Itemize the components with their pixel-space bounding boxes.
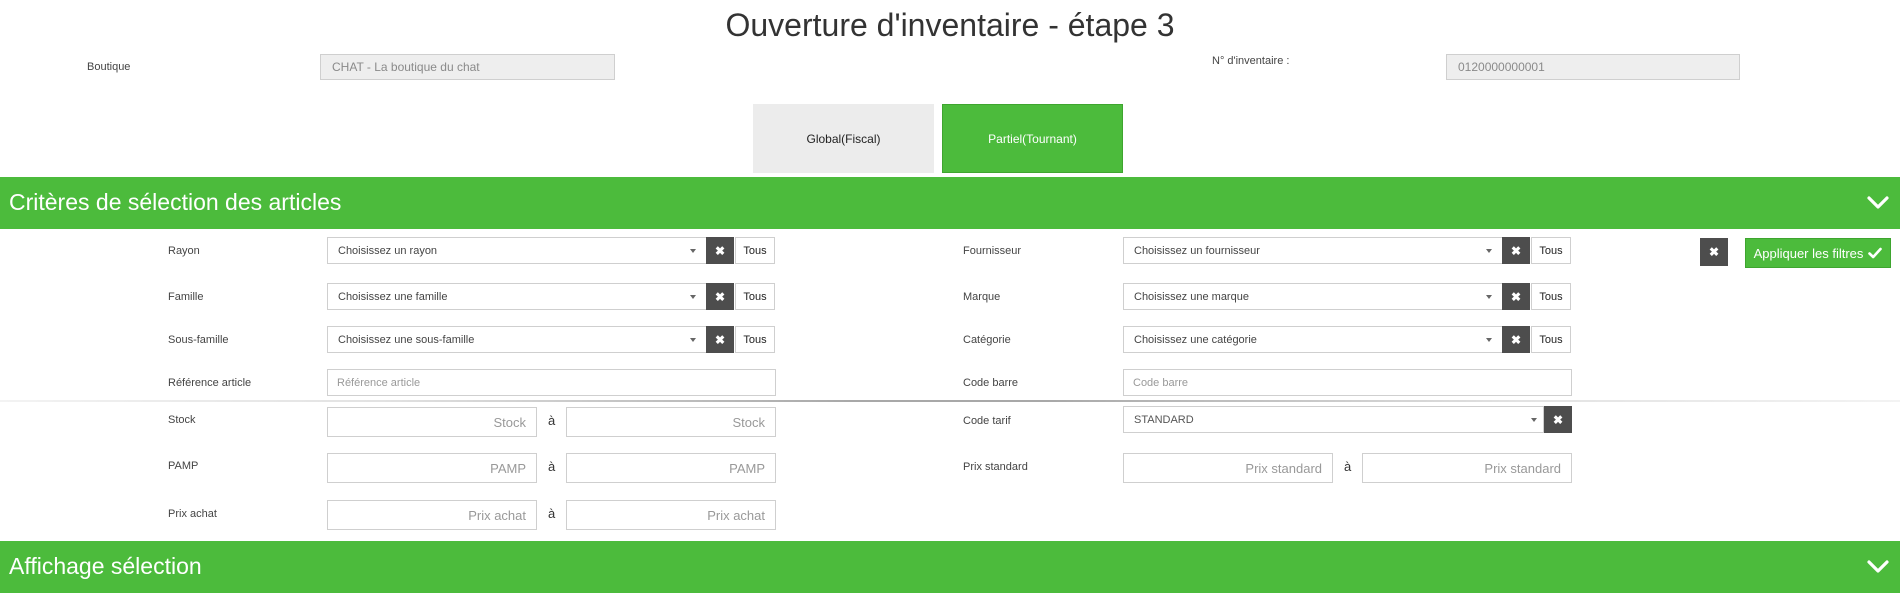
sous-famille-tous-button[interactable]: Tous bbox=[735, 326, 775, 353]
stock-max-input[interactable]: Stock bbox=[566, 407, 776, 437]
stock-label: Stock bbox=[168, 414, 196, 426]
close-icon: ✖ bbox=[1510, 243, 1522, 258]
sous-famille-select-value: Choisissez une sous-famille bbox=[338, 334, 475, 346]
prix-standard-min-input[interactable]: Prix standard bbox=[1123, 453, 1333, 483]
marque-select[interactable]: Choisissez une marque bbox=[1123, 283, 1503, 310]
categorie-clear-button[interactable]: ✖ bbox=[1502, 326, 1530, 353]
caret-down-icon bbox=[1486, 338, 1492, 342]
close-icon: ✖ bbox=[1510, 332, 1522, 347]
famille-clear-button[interactable]: ✖ bbox=[706, 283, 734, 310]
close-icon: ✖ bbox=[1552, 412, 1564, 427]
code-tarif-label: Code tarif bbox=[963, 415, 1011, 427]
code-tarif-select[interactable]: STANDARD bbox=[1123, 406, 1544, 433]
criteria-section-title: Critères de sélection des articles bbox=[9, 189, 342, 215]
close-icon: ✖ bbox=[1510, 289, 1522, 304]
apply-filters-label: Appliquer les filtres bbox=[1753, 245, 1864, 261]
stock-min-input[interactable]: Stock bbox=[327, 407, 537, 437]
section-divider bbox=[0, 400, 1900, 402]
code-tarif-select-value: STANDARD bbox=[1134, 414, 1194, 426]
rayon-clear-button[interactable]: ✖ bbox=[706, 237, 734, 264]
marque-select-value: Choisissez une marque bbox=[1134, 291, 1249, 303]
caret-down-icon bbox=[690, 295, 696, 299]
categorie-select-value: Choisissez une catégorie bbox=[1134, 334, 1257, 346]
categorie-select[interactable]: Choisissez une catégorie bbox=[1123, 326, 1503, 353]
pamp-range-separator: à bbox=[548, 459, 556, 474]
caret-down-icon bbox=[690, 249, 696, 253]
boutique-field[interactable]: CHAT - La boutique du chat bbox=[320, 54, 615, 80]
check-icon bbox=[1868, 247, 1883, 259]
marque-tous-button[interactable]: Tous bbox=[1531, 283, 1571, 310]
fournisseur-select[interactable]: Choisissez un fournisseur bbox=[1123, 237, 1503, 264]
chevron-down-icon[interactable] bbox=[1866, 555, 1890, 579]
prix-standard-range-separator: à bbox=[1344, 459, 1352, 474]
chevron-down-icon[interactable] bbox=[1866, 191, 1890, 215]
fournisseur-clear-button[interactable]: ✖ bbox=[1502, 237, 1530, 264]
code-barre-label: Code barre bbox=[963, 377, 1019, 389]
close-icon: ✖ bbox=[1708, 245, 1720, 259]
partiel-tournant-button[interactable]: Partiel(Tournant) bbox=[942, 104, 1123, 173]
rayon-tous-button[interactable]: Tous bbox=[735, 237, 775, 264]
fournisseur-select-value: Choisissez un fournisseur bbox=[1134, 245, 1260, 257]
sous-famille-label: Sous-famille bbox=[168, 334, 229, 346]
pamp-label: PAMP bbox=[168, 460, 199, 472]
global-fiscal-button[interactable]: Global(Fiscal) bbox=[753, 104, 934, 173]
famille-tous-button[interactable]: Tous bbox=[735, 283, 775, 310]
page-title: Ouverture d'inventaire - étape 3 bbox=[725, 7, 1175, 43]
marque-clear-button[interactable]: ✖ bbox=[1502, 283, 1530, 310]
inventaire-field[interactable]: 0120000000001 bbox=[1446, 54, 1740, 80]
famille-label: Famille bbox=[168, 291, 204, 303]
rayon-select[interactable]: Choisissez un rayon bbox=[327, 237, 707, 264]
prix-standard-max-input[interactable]: Prix standard bbox=[1362, 453, 1572, 483]
caret-down-icon bbox=[1531, 418, 1537, 422]
rayon-select-value: Choisissez un rayon bbox=[338, 245, 438, 257]
rayon-label: Rayon bbox=[168, 245, 200, 257]
inventaire-label: N° d'inventaire : bbox=[1212, 55, 1290, 67]
prix-achat-range-separator: à bbox=[548, 506, 556, 521]
affichage-section-header[interactable]: Affichage sélection bbox=[0, 541, 1900, 593]
reference-label: Référence article bbox=[168, 377, 252, 389]
fournisseur-tous-button[interactable]: Tous bbox=[1531, 237, 1571, 264]
reset-filters-button[interactable]: ✖ bbox=[1700, 238, 1728, 266]
code-tarif-clear-button[interactable]: ✖ bbox=[1544, 406, 1572, 433]
apply-filters-button[interactable]: Appliquer les filtres bbox=[1745, 238, 1891, 268]
famille-select-value: Choisissez une famille bbox=[338, 291, 448, 303]
caret-down-icon bbox=[1486, 295, 1492, 299]
prix-achat-min-input[interactable]: Prix achat bbox=[327, 500, 537, 530]
famille-select[interactable]: Choisissez une famille bbox=[327, 283, 707, 310]
code-barre-input[interactable]: Code barre bbox=[1123, 369, 1572, 396]
categorie-tous-button[interactable]: Tous bbox=[1531, 326, 1571, 353]
prix-achat-max-input[interactable]: Prix achat bbox=[566, 500, 776, 530]
pamp-max-input[interactable]: PAMP bbox=[566, 453, 776, 483]
sous-famille-select[interactable]: Choisissez une sous-famille bbox=[327, 326, 707, 353]
prix-achat-label: Prix achat bbox=[168, 508, 217, 520]
marque-label: Marque bbox=[963, 291, 1001, 303]
reference-input[interactable]: Référence article bbox=[327, 369, 776, 396]
sous-famille-clear-button[interactable]: ✖ bbox=[706, 326, 734, 353]
caret-down-icon bbox=[690, 338, 696, 342]
affichage-section-title: Affichage sélection bbox=[9, 553, 202, 579]
close-icon: ✖ bbox=[714, 243, 726, 258]
prix-standard-label: Prix standard bbox=[963, 461, 1028, 473]
caret-down-icon bbox=[1486, 249, 1492, 253]
close-icon: ✖ bbox=[714, 289, 726, 304]
categorie-label: Catégorie bbox=[963, 334, 1011, 346]
fournisseur-label: Fournisseur bbox=[963, 245, 1022, 257]
close-icon: ✖ bbox=[714, 332, 726, 347]
pamp-min-input[interactable]: PAMP bbox=[327, 453, 537, 483]
criteria-section-header[interactable]: Critères de sélection des articles bbox=[0, 177, 1900, 229]
boutique-label: Boutique bbox=[87, 61, 131, 73]
stock-range-separator: à bbox=[548, 413, 556, 428]
